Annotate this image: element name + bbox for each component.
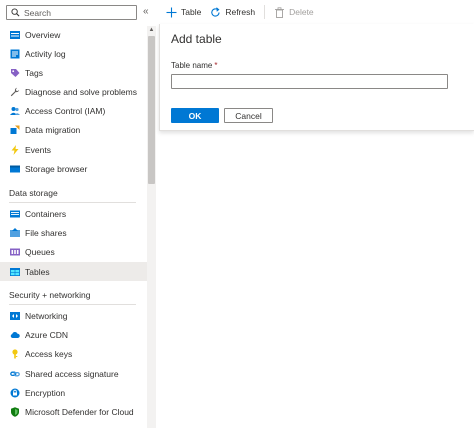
section-header-security: Security + networking bbox=[9, 290, 91, 300]
overview-icon bbox=[10, 30, 20, 39]
sidebar-item-label: Tables bbox=[25, 266, 50, 277]
tables-icon bbox=[10, 267, 20, 276]
sidebar-item-label: Tags bbox=[25, 67, 43, 78]
sidebar-item-label: Access Control (IAM) bbox=[25, 105, 106, 116]
sidebar-item-tables[interactable]: Tables bbox=[0, 262, 147, 281]
sidebar-item-label: File shares bbox=[25, 227, 67, 238]
sidebar-search[interactable] bbox=[6, 5, 137, 20]
section-divider bbox=[9, 304, 136, 305]
storage-browser-icon bbox=[10, 165, 20, 172]
sidebar-item-label: Diagnose and solve problems bbox=[25, 86, 137, 97]
search-input[interactable] bbox=[24, 7, 124, 18]
sidebar-item-label: Networking bbox=[25, 310, 68, 321]
sidebar-item-shared-access-signature[interactable]: Shared access signature bbox=[0, 364, 147, 383]
sidebar-item-label: Containers bbox=[25, 208, 67, 219]
sidebar-item-events[interactable]: Events bbox=[0, 140, 147, 159]
ok-button[interactable]: OK bbox=[171, 108, 219, 123]
sidebar-item-label: Overview bbox=[25, 29, 61, 40]
cancel-button[interactable]: Cancel bbox=[224, 108, 273, 123]
activity-log-icon bbox=[10, 49, 20, 58]
sidebar-item-access-control[interactable]: Access Control (IAM) bbox=[0, 101, 147, 120]
panel-title: Add table bbox=[171, 32, 222, 46]
key-icon bbox=[12, 348, 18, 358]
shield-icon bbox=[11, 406, 19, 417]
delete-label: Delete bbox=[289, 7, 314, 17]
sidebar-item-file-shares[interactable]: File shares bbox=[0, 223, 147, 242]
sidebar-item-tags[interactable]: Tags bbox=[0, 63, 147, 82]
sidebar-item-diagnose[interactable]: Diagnose and solve problems bbox=[0, 82, 147, 101]
toolbar-divider bbox=[264, 5, 266, 19]
sidebar-item-label: Access keys bbox=[25, 348, 73, 359]
sidebar-item-label: Activity log bbox=[25, 48, 66, 59]
sidebar-item-label: Microsoft Defender for Cloud bbox=[25, 406, 134, 417]
sidebar-item-azure-cdn[interactable]: Azure CDN bbox=[0, 325, 147, 344]
sidebar-item-storage-browser[interactable]: Storage browser bbox=[0, 159, 147, 178]
plus-icon bbox=[166, 7, 177, 17]
refresh-label: Refresh bbox=[225, 7, 256, 17]
file-shares-icon bbox=[10, 227, 20, 237]
sidebar-item-label: Shared access signature bbox=[25, 368, 119, 379]
sidebar-item-label: Azure CDN bbox=[25, 329, 68, 340]
sidebar-item-networking[interactable]: Networking bbox=[0, 306, 147, 325]
add-table-panel: Add table Table name * OK Cancel bbox=[159, 24, 474, 131]
sidebar-item-access-keys[interactable]: Access keys bbox=[0, 344, 147, 363]
command-bar: Table Refresh Delete bbox=[166, 0, 323, 24]
cloud-icon bbox=[10, 331, 20, 338]
search-icon bbox=[11, 8, 20, 17]
refresh-button[interactable]: Refresh bbox=[210, 6, 256, 18]
sidebar-item-label: Data migration bbox=[25, 124, 81, 135]
tag-icon bbox=[11, 68, 20, 77]
sidebar-item-data-migration[interactable]: Data migration bbox=[0, 120, 147, 139]
section-header-data-storage: Data storage bbox=[9, 188, 58, 198]
queues-icon bbox=[10, 248, 20, 255]
people-icon bbox=[10, 106, 20, 115]
sidebar-scroll-thumb[interactable] bbox=[148, 36, 155, 184]
lock-icon bbox=[10, 388, 20, 397]
containers-icon bbox=[10, 210, 20, 217]
lightning-icon bbox=[11, 144, 19, 155]
sidebar-item-containers[interactable]: Containers bbox=[0, 204, 147, 223]
add-table-label: Table bbox=[181, 7, 202, 17]
table-name-label: Table name * bbox=[171, 61, 217, 70]
table-name-input[interactable] bbox=[171, 74, 448, 89]
link-icon bbox=[10, 371, 20, 376]
sidebar-item-overview[interactable]: Overview bbox=[0, 25, 147, 44]
add-table-button[interactable]: Table bbox=[166, 7, 201, 18]
sidebar-item-label: Events bbox=[25, 144, 51, 155]
trash-icon bbox=[275, 6, 285, 18]
sidebar-item-label: Queues bbox=[25, 246, 55, 257]
networking-icon bbox=[10, 311, 20, 320]
wrench-icon bbox=[10, 87, 20, 96]
migration-icon bbox=[10, 125, 20, 134]
delete-button[interactable]: Delete bbox=[274, 6, 314, 18]
table-name-label-text: Table name bbox=[171, 61, 213, 70]
sidebar-item-encryption[interactable]: Encryption bbox=[0, 383, 147, 402]
sidebar-item-queues[interactable]: Queues bbox=[0, 242, 147, 261]
scroll-up-arrow-icon[interactable]: ▲ bbox=[148, 27, 155, 34]
sidebar-item-activity-log[interactable]: Activity log bbox=[0, 44, 147, 63]
sidebar-item-defender[interactable]: Microsoft Defender for Cloud bbox=[0, 402, 147, 421]
collapse-sidebar-icon[interactable]: « bbox=[143, 6, 149, 17]
sidebar: « Overview Activity log Tags Diagnose an… bbox=[0, 0, 158, 428]
section-divider bbox=[9, 202, 136, 203]
sidebar-item-label: Encryption bbox=[25, 387, 66, 398]
refresh-icon bbox=[211, 6, 220, 17]
sidebar-item-label: Storage browser bbox=[25, 163, 88, 174]
required-marker: * bbox=[214, 61, 218, 70]
